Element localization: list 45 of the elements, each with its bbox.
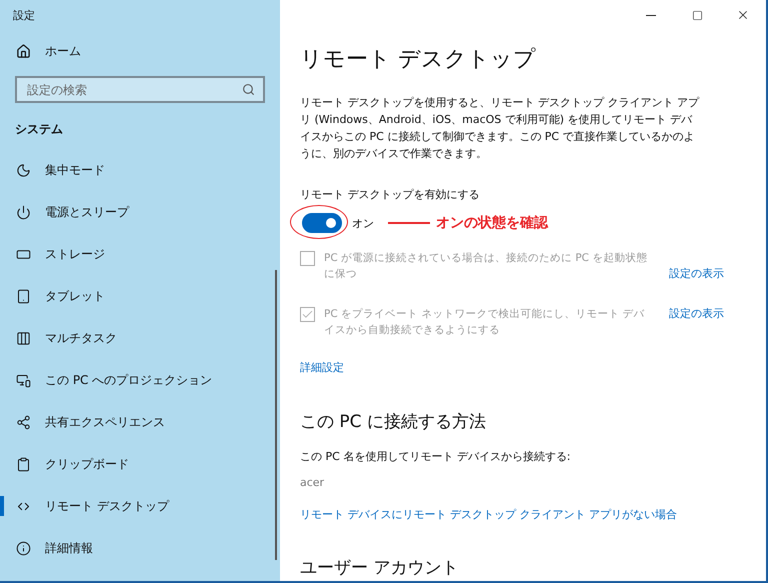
section-heading: システム	[15, 120, 63, 138]
toggle-label: リモート デスクトップを有効にする	[300, 187, 480, 202]
sidebar-item[interactable]: リモート デスクトップ	[0, 485, 280, 527]
sidebar-item[interactable]: 集中モード	[0, 149, 280, 191]
window-title: 設定	[13, 8, 35, 22]
description: リモート デスクトップを使用すると、リモート デスクトップ クライアント アプリ (Windows、Android、iOS、macOS で利用可能) を使用してリモート デバイスからこの PC に接続して制御できます。この PC で直接作業しているかのように、別のデバイスで作業できます。	[300, 95, 700, 162]
projection-icon	[16, 372, 31, 388]
toggle-switch[interactable]	[302, 213, 342, 233]
sidebar-item[interactable]: クリップボード	[0, 443, 280, 485]
sidebar-item[interactable]: マルチタスク	[0, 317, 280, 359]
sidebar-item[interactable]: 共有エクスペリエンス	[0, 401, 280, 443]
sidebar-item[interactable]: タブレット	[0, 275, 280, 317]
minimize-icon	[646, 14, 656, 16]
search-field[interactable]: 設定の検索	[15, 76, 265, 103]
checkbox-label: PC が電源に接続されている場合は、接続のために PC を起動状態に保つ	[324, 251, 648, 282]
section-heading: ユーザー アカウント	[300, 557, 460, 579]
clipboard-icon	[16, 456, 31, 472]
close-icon	[736, 8, 750, 22]
sidebar-item[interactable]: この PC へのプロジェクション	[0, 359, 280, 401]
sidebar-item[interactable]: 電源とスリープ	[0, 191, 280, 233]
sidebar-item[interactable]: 詳細情報	[0, 527, 280, 569]
checkbox-label: PC をプライベート ネットワークで検出可能にし、リモート デバイスから自動接続できるようにする	[324, 307, 646, 338]
toggle-state: オン	[352, 216, 374, 230]
scrollbar[interactable]	[275, 270, 277, 560]
maximize-icon	[692, 10, 702, 20]
highlight-ellipse	[290, 205, 348, 239]
moon-icon	[16, 162, 31, 178]
sidebar-item[interactable]: ストレージ	[0, 233, 280, 275]
pc-name: acer	[300, 476, 326, 489]
search-icon	[242, 83, 255, 96]
client-app-link[interactable]: リモート デバイスにリモート デスクトップ クライアント アプリがない場合	[300, 507, 766, 522]
leader-line	[388, 222, 430, 224]
multitask-icon	[16, 330, 31, 346]
info-icon	[16, 540, 31, 556]
share-icon	[16, 414, 31, 430]
advanced-link[interactable]: 詳細設定	[300, 360, 766, 375]
home-icon	[16, 44, 31, 58]
page-title: リモート デスクトップ	[300, 46, 537, 74]
search-input[interactable]: 設定の検索	[25, 82, 229, 98]
instruction-text: この PC 名を使用してリモート デバイスから接続する:	[300, 449, 572, 464]
section-heading: この PC に接続する方法	[300, 411, 487, 433]
tablet-icon	[16, 288, 31, 304]
annotation: オンの状態を確認	[436, 214, 548, 232]
home-item[interactable]: ホーム	[0, 30, 280, 72]
power-icon	[16, 204, 31, 220]
